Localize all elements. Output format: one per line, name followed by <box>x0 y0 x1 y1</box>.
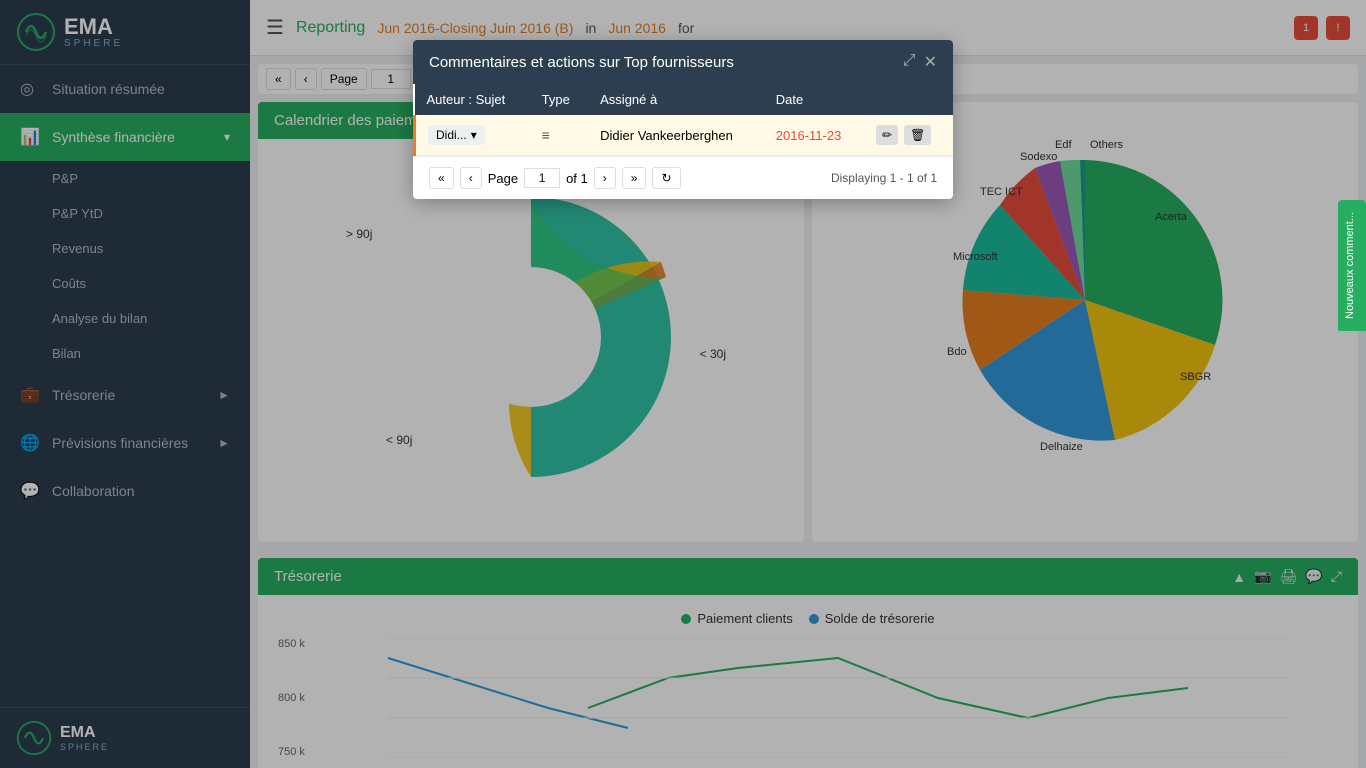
modal-displaying: Displaying 1 - 1 of 1 <box>831 171 937 185</box>
vertical-tab[interactable]: Nouveaux comment... <box>1338 200 1366 331</box>
modal-cell-assigned: Didier Vankeerberghen <box>588 115 764 156</box>
modal-table: Auteur : Sujet Type Assigné à Date Didi.… <box>413 84 953 156</box>
modal-prev-btn[interactable]: ‹ <box>460 167 482 189</box>
avatar-chevron[interactable]: ▾ <box>471 128 477 142</box>
modal-next-btn[interactable]: › <box>594 167 616 189</box>
modal-page-input[interactable] <box>524 168 560 188</box>
modal-header: Commentaires et actions sur Top fourniss… <box>413 40 953 84</box>
modal: Commentaires et actions sur Top fourniss… <box>413 40 953 199</box>
modal-cell-author: Didi... ▾ <box>415 115 530 156</box>
row-actions: ✏ 🗑 <box>876 125 941 145</box>
modal-col-actions <box>864 84 953 115</box>
modal-pagination: « ‹ Page of 1 › » ↻ Displaying 1 - 1 of … <box>413 156 953 199</box>
avatar-name: Didi... ▾ <box>428 125 485 145</box>
modal-maximize-icon[interactable]: ⤢ <box>903 52 916 72</box>
delete-action-btn[interactable]: 🗑 <box>904 125 931 145</box>
modal-col-assigne: Assigné à <box>588 84 764 115</box>
edit-action-btn[interactable]: ✏ <box>876 125 898 145</box>
modal-page-label: Page <box>488 171 518 186</box>
modal-col-date: Date <box>764 84 864 115</box>
list-icon: ≡ <box>542 127 550 143</box>
modal-cell-type: ≡ <box>530 115 588 156</box>
modal-last-btn[interactable]: » <box>622 167 647 189</box>
modal-page-of: of 1 <box>566 171 588 186</box>
modal-row-1: Didi... ▾ ≡ Didier Vankeerberghen 2016-1… <box>415 115 954 156</box>
modal-title: Commentaires et actions sur Top fourniss… <box>429 54 734 71</box>
modal-overlay[interactable]: Commentaires et actions sur Top fourniss… <box>0 0 1366 768</box>
modal-refresh-btn[interactable]: ↻ <box>652 167 680 189</box>
avatar-label: Didi... <box>436 128 467 142</box>
modal-first-btn[interactable]: « <box>429 167 454 189</box>
modal-cell-actions: ✏ 🗑 <box>864 115 953 156</box>
author-avatar: Didi... ▾ <box>428 125 518 145</box>
modal-col-auteur: Auteur : Sujet <box>415 84 530 115</box>
modal-close-icon[interactable]: ✕ <box>924 52 937 72</box>
modal-cell-date: 2016-11-23 <box>764 115 864 156</box>
modal-header-icons: ⤢ ✕ <box>903 52 937 72</box>
modal-col-type: Type <box>530 84 588 115</box>
